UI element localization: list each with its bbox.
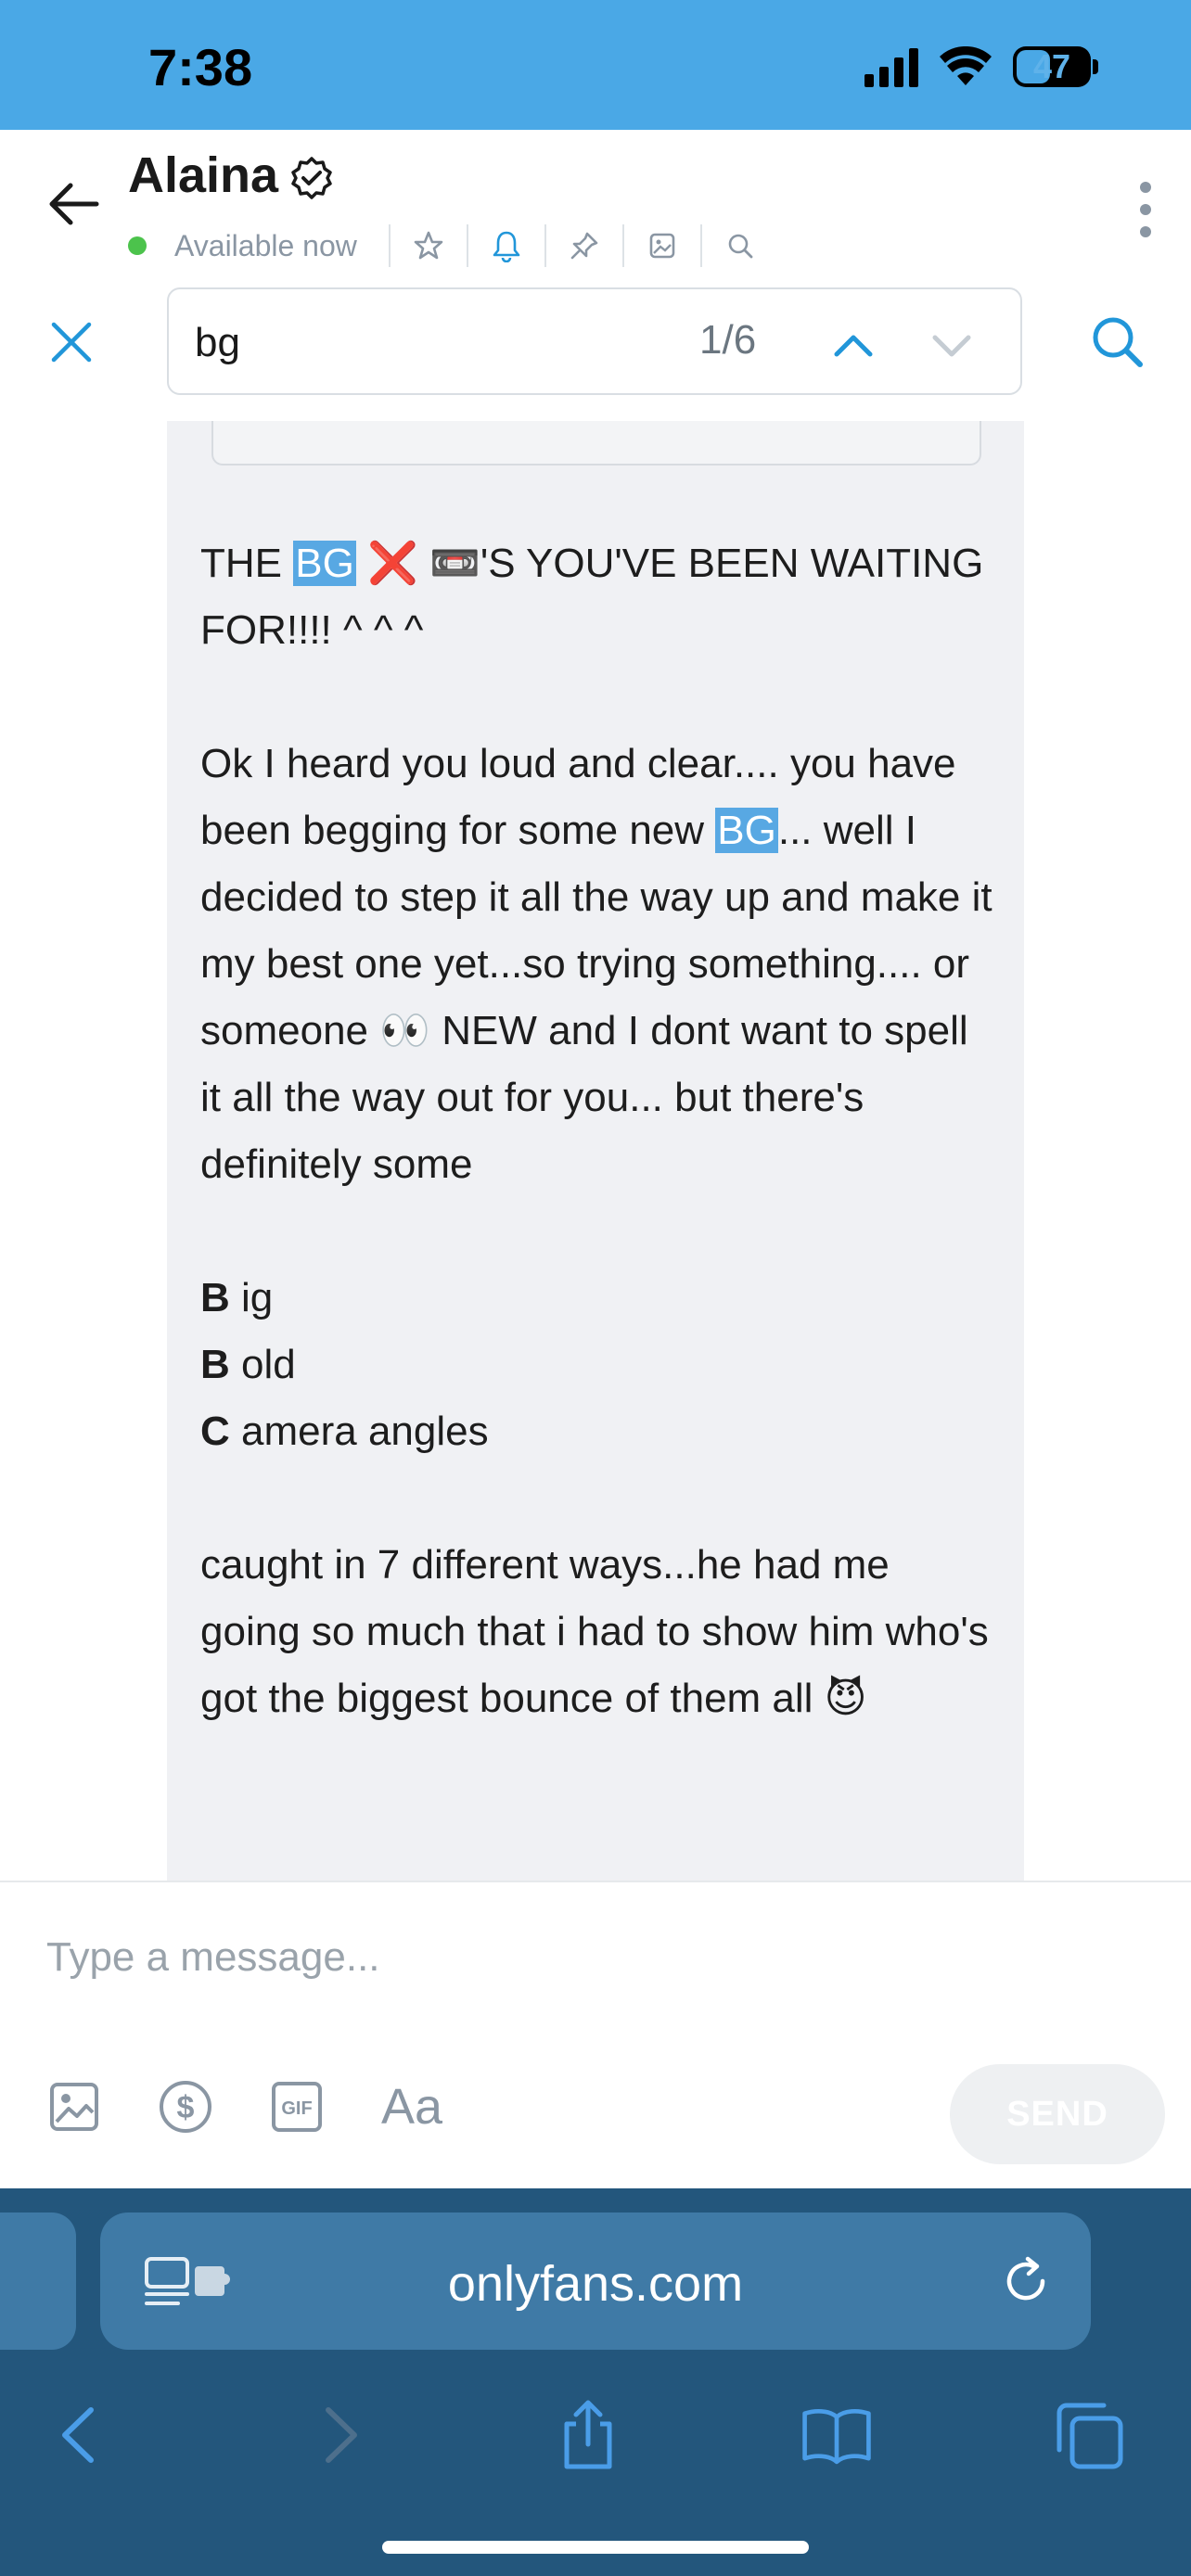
bold-letter: B	[200, 1275, 230, 1320]
pin-icon[interactable]	[567, 228, 602, 263]
status-time: 7:38	[148, 38, 253, 96]
search-icon[interactable]	[1089, 313, 1145, 369]
text-format-label: Aa	[380, 2079, 443, 2135]
message-paragraph: caught in 7 different ways...he had me g…	[200, 1542, 989, 1721]
search-result-count: 1/6	[699, 317, 757, 363]
message-list[interactable]: THE BG ❌ 📼'S YOU'VE BEEN WAITING FOR!!!!…	[0, 421, 1191, 1881]
search-icon[interactable]	[723, 228, 758, 263]
message-search-bar: 1/6	[0, 278, 1191, 423]
chat-header: Alaina Available now	[0, 130, 1191, 278]
svg-text:$: $	[177, 2090, 195, 2125]
star-icon[interactable]	[411, 228, 446, 263]
search-box: 1/6	[167, 287, 1022, 395]
wifi-icon	[940, 46, 992, 85]
message-paragraph: THE BG ❌ 📼'S YOU'VE BEEN WAITING FOR!!!!…	[200, 530, 998, 664]
status-icons: 47	[864, 41, 1098, 93]
chevron-up-icon[interactable]	[829, 321, 877, 369]
status-bar: 7:38 47	[0, 0, 1191, 130]
text-fragment: old	[229, 1342, 296, 1387]
message-list-line: C amera angles	[200, 1398, 998, 1465]
online-status-dot	[128, 236, 147, 255]
search-highlight: BG	[293, 541, 356, 586]
close-icon[interactable]	[48, 319, 95, 365]
verified-badge-icon	[291, 157, 332, 199]
text-format-icon[interactable]: Aa	[375, 2079, 449, 2135]
attach-image-icon[interactable]	[46, 2079, 102, 2135]
presence-text: Available now	[174, 228, 357, 262]
bell-icon[interactable]	[489, 228, 524, 263]
battery-icon: 47	[1013, 46, 1098, 87]
message-bubble: THE BG ❌ 📼'S YOU'VE BEEN WAITING FOR!!!!…	[167, 421, 1024, 1881]
message-input[interactable]	[45, 1919, 976, 1996]
gif-icon[interactable]: GIF	[269, 2079, 325, 2135]
message-text: THE BG ❌ 📼'S YOU'VE BEEN WAITING FOR!!!!…	[200, 530, 998, 1732]
browser-nav-row	[0, 2365, 1191, 2485]
text-fragment: THE	[200, 541, 294, 586]
back-arrow-icon[interactable]	[46, 176, 102, 232]
svg-text:GIF: GIF	[281, 2098, 312, 2119]
bold-letter: B	[200, 1342, 230, 1387]
address-bar[interactable]: onlyfans.com	[100, 2213, 1091, 2350]
send-button[interactable]: SEND	[950, 2064, 1165, 2164]
browser-forward-icon[interactable]	[302, 2398, 377, 2472]
share-icon[interactable]	[551, 2398, 625, 2472]
image-icon[interactable]	[645, 228, 680, 263]
message-paragraph: Ok I heard you loud and clear.... you ha…	[200, 731, 998, 1198]
bookmarks-icon[interactable]	[800, 2398, 874, 2472]
battery-level: 47	[1032, 47, 1071, 85]
cellular-signal-icon	[864, 46, 918, 87]
reload-icon[interactable]	[998, 2253, 1054, 2309]
text-fragment: ... well I decided to step it all the wa…	[200, 808, 992, 1187]
text-fragment: ig	[229, 1275, 274, 1320]
message-list-line: B ig	[200, 1265, 998, 1332]
more-options-icon[interactable]	[1132, 182, 1159, 237]
home-indicator[interactable]	[382, 2541, 809, 2554]
previous-tab[interactable]	[0, 2213, 76, 2350]
message-list-line: B old	[200, 1332, 998, 1398]
url-text: onlyfans.com	[447, 2256, 744, 2312]
tip-dollar-icon[interactable]: $	[158, 2079, 213, 2135]
presence-row: Available now	[128, 223, 763, 269]
message-composer: $ GIF Aa SEND	[0, 1881, 1191, 2190]
tabs-icon[interactable]	[1052, 2398, 1126, 2472]
bold-letter: C	[200, 1409, 230, 1454]
chevron-down-icon[interactable]	[928, 321, 976, 369]
text-fragment: amera angles	[229, 1409, 489, 1454]
browser-toolbar: onlyfans.com	[0, 2188, 1191, 2576]
search-highlight: BG	[715, 808, 778, 853]
search-input[interactable]	[193, 310, 642, 376]
browser-back-icon[interactable]	[43, 2398, 117, 2472]
contact-name[interactable]: Alaina	[128, 147, 278, 204]
media-preview-card[interactable]	[211, 421, 981, 465]
